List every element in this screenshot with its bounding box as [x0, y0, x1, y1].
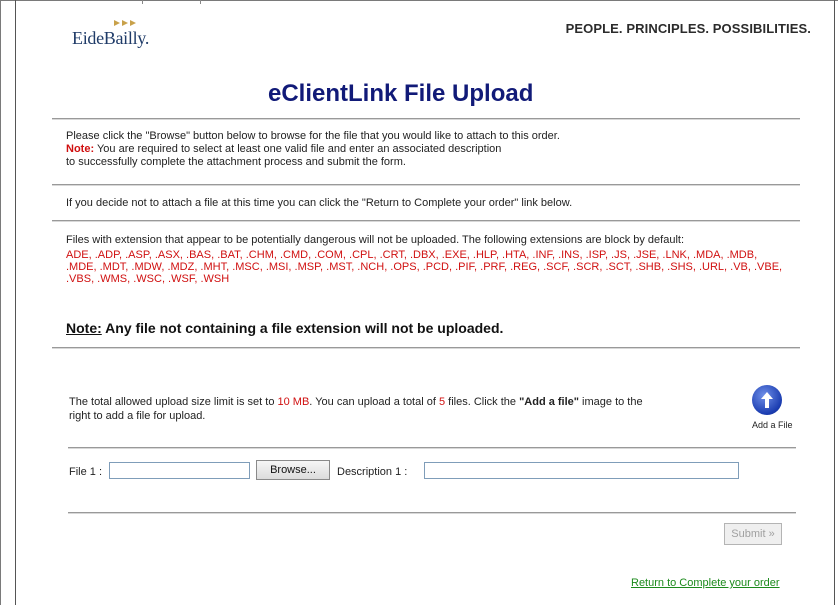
intro-line-1: Please click the "Browse" button below t…	[66, 130, 560, 142]
note2-text: Any file not containing a file extension…	[101, 320, 504, 336]
divider	[68, 512, 796, 514]
divider	[52, 184, 800, 186]
add-file-reference: "Add a file"	[519, 396, 579, 408]
page-title: eClientLink File Upload	[268, 80, 534, 107]
add-file-button[interactable]	[752, 385, 782, 415]
intro-line-3: to successfully complete the attachment …	[66, 156, 406, 168]
add-file-label: Add a File	[752, 420, 793, 430]
limits-text: image to the	[579, 396, 643, 408]
limits-text: The total allowed upload size limit is s…	[69, 396, 278, 408]
file-1-label: File 1 :	[69, 466, 103, 478]
logo-text: EideBailly.	[72, 28, 150, 48]
blocked-extensions-list: ADE, .ADP, .ASP, .ASX, .BAS, .BAT, .CHM,…	[66, 249, 783, 285]
no-extension-note: Note: Any file not containing a file ext…	[66, 320, 503, 336]
description-1-input[interactable]	[424, 462, 739, 479]
browse-button[interactable]: Browse...	[256, 460, 330, 480]
divider	[68, 447, 796, 449]
size-limit-value: 10 MB	[277, 396, 310, 408]
submit-button[interactable]: Submit »	[724, 523, 782, 545]
note2-label: Note:	[66, 320, 102, 336]
limits-text: files. Click the	[445, 396, 520, 408]
logo-arrows-icon	[114, 20, 136, 26]
upload-limits-line-1: The total allowed upload size limit is s…	[69, 396, 643, 408]
file-1-input[interactable]	[109, 462, 250, 479]
upload-limits-line-2: right to add a file for upload.	[69, 410, 206, 422]
note-text: You are required to select at least one …	[94, 143, 502, 155]
intro-note: Note: You are required to select at leas…	[66, 143, 501, 155]
divider	[52, 347, 800, 349]
divider	[52, 220, 800, 222]
return-to-order-link[interactable]: Return to Complete your order	[631, 577, 780, 589]
description-1-label: Description 1 :	[337, 466, 408, 478]
limits-text: . You can upload a total of	[309, 396, 439, 408]
tagline: PEOPLE. PRINCIPLES. POSSIBILITIES.	[565, 21, 811, 36]
eidebailly-logo[interactable]: EideBailly.	[72, 14, 162, 50]
up-arrow-circle-icon	[761, 392, 773, 408]
divider	[52, 118, 800, 120]
dangerous-files-text: Files with extension that appear to be p…	[66, 234, 685, 246]
note-label: Note:	[66, 143, 95, 155]
return-hint: If you decide not to attach a file at th…	[66, 197, 573, 209]
